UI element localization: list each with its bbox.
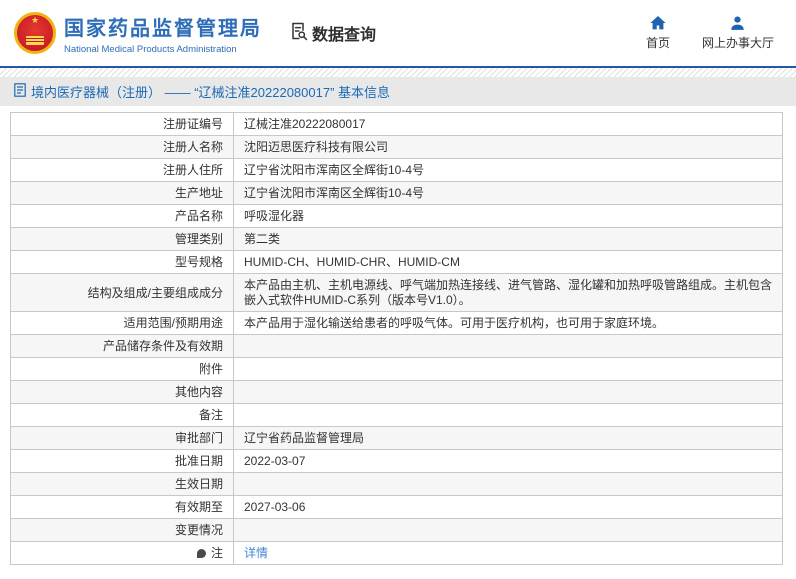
site-header: 国家药品监督管理局 National Medical Products Admi…	[0, 0, 796, 66]
national-emblem-icon	[14, 12, 56, 54]
row-value: 第二类	[233, 228, 782, 250]
breadcrumb: 境内医疗器械（注册） —— “辽械注准20222080017” 基本信息	[0, 77, 796, 106]
hatch-band	[0, 68, 796, 77]
row-value: 本产品用于湿化输送给患者的呼吸气体。可用于医疗机构，也可用于家庭环境。	[233, 312, 782, 334]
row-label: 附件	[198, 362, 223, 376]
breadcrumb-text: 境内医疗器械（注册） —— “辽械注准20222080017” 基本信息	[31, 85, 391, 100]
info-table: 注册证编号 辽械注准20222080017 注册人名称 沈阳迈思医疗科技有限公司 注册人…	[10, 112, 783, 565]
table-row: 型号规格 HUMID-CH、HUMID-CHR、HUMID-CM	[11, 250, 782, 273]
data-query-section[interactable]: 数据查询	[288, 21, 376, 46]
org-name-cn: 国家药品监督管理局	[64, 17, 262, 40]
table-row: 产品储存条件及有效期	[11, 334, 782, 357]
table-row: 其他内容	[11, 380, 782, 403]
table-row: 适用范围/预期用途 本产品用于湿化输送给患者的呼吸气体。可用于医疗机构，也可用于家…	[11, 311, 782, 334]
table-row: 变更情况	[11, 518, 782, 541]
data-query-label: 数据查询	[312, 27, 377, 44]
table-row: 注册人住所 辽宁省沈阳市浑南区全辉街10-4号	[11, 158, 782, 181]
row-value	[233, 358, 782, 380]
detail-link[interactable]: 详情	[244, 546, 268, 561]
row-label: 生效日期	[174, 477, 223, 491]
nav-home[interactable]: 首页	[645, 15, 670, 51]
row-value	[233, 335, 782, 357]
row-value	[233, 404, 782, 426]
main-nav: 首页 网上办事大厅	[645, 15, 774, 51]
table-row: 批准日期 2022-03-07	[11, 449, 782, 472]
row-label: 其他内容	[174, 385, 223, 399]
row-label: 注册证编号	[162, 117, 223, 131]
row-label: 结构及组成/主要组成成分	[87, 285, 223, 300]
row-label: 管理类别	[174, 232, 223, 246]
table-row: 生产地址 辽宁省沈阳市浑南区全辉街10-4号	[11, 181, 782, 204]
table-row: 产品名称 呼吸湿化器	[11, 204, 782, 227]
document-icon	[14, 83, 26, 100]
table-row: 有效期至 2027-03-06	[11, 495, 782, 518]
table-row: 注详情	[11, 541, 782, 564]
person-icon	[730, 15, 745, 30]
table-row: 注册证编号 辽械注准20222080017	[11, 113, 782, 135]
row-label: 注册人名称	[162, 140, 223, 154]
org-name-en: National Medical Products Administration	[64, 43, 237, 55]
row-value: 详情	[233, 542, 782, 564]
row-label: 生产地址	[174, 186, 223, 200]
table-row: 结构及组成/主要组成成分 本产品由主机、主机电源线、呼气端加热连接线、进气管路、湿…	[11, 273, 782, 311]
nav-hall-label: 网上办事大厅	[701, 35, 774, 50]
row-label: 备注	[198, 408, 223, 422]
row-value: 辽械注准20222080017	[233, 113, 782, 135]
row-value	[233, 381, 782, 403]
nav-home-label: 首页	[645, 35, 670, 50]
table-row: 审批部门 辽宁省药品监督管理局	[11, 426, 782, 449]
table-row: 附件	[11, 357, 782, 380]
row-value: 2022-03-07	[233, 450, 782, 472]
row-value	[233, 519, 782, 541]
row-label: 有效期至	[174, 500, 223, 514]
row-value: HUMID-CH、HUMID-CHR、HUMID-CM	[233, 251, 782, 273]
logo-text: 国家药品监督管理局 National Medical Products Admi…	[64, 12, 262, 55]
nmpa-logo[interactable]: 国家药品监督管理局 National Medical Products Admi…	[14, 12, 262, 55]
table-row: 备注	[11, 403, 782, 426]
row-value: 辽宁省沈阳市浑南区全辉街10-4号	[233, 159, 782, 181]
row-label: 注册人住所	[162, 163, 223, 177]
document-search-icon	[288, 21, 308, 46]
home-icon	[650, 15, 666, 30]
row-value: 辽宁省沈阳市浑南区全辉街10-4号	[233, 182, 782, 204]
row-value	[233, 473, 782, 495]
row-label: 适用范围/预期用途	[123, 316, 223, 330]
row-label: 型号规格	[174, 255, 223, 269]
row-label: 变更情况	[174, 523, 223, 537]
row-label: 批准日期	[174, 454, 223, 468]
table-row: 生效日期	[11, 472, 782, 495]
table-row: 管理类别 第二类	[11, 227, 782, 250]
row-label: 产品名称	[174, 209, 223, 223]
row-value: 沈阳迈思医疗科技有限公司	[233, 136, 782, 158]
row-value: 辽宁省药品监督管理局	[233, 427, 782, 449]
nav-online-service-hall[interactable]: 网上办事大厅	[701, 15, 774, 51]
row-value: 2027-03-06	[233, 496, 782, 518]
table-row: 注册人名称 沈阳迈思医疗科技有限公司	[11, 135, 782, 158]
row-value: 本产品由主机、主机电源线、呼气端加热连接线、进气管路、湿化罐和加热呼吸管路组成。…	[233, 274, 782, 311]
row-label: 注	[11, 542, 233, 564]
note-icon	[196, 549, 206, 558]
row-label: 审批部门	[174, 431, 223, 445]
row-value: 呼吸湿化器	[233, 205, 782, 227]
row-label: 产品储存条件及有效期	[102, 339, 223, 353]
